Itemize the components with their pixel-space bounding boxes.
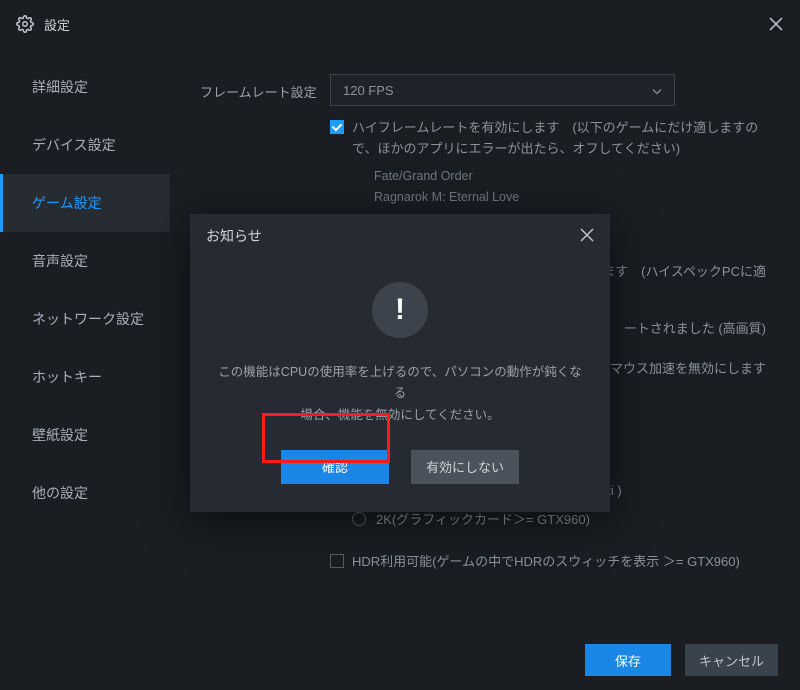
sidebar-item-hotkey[interactable]: ホットキー: [0, 348, 170, 406]
modal: お知らせ ! この機能はCPUの使用率を上げるので、パソコンの動作が鈍くなる 場…: [190, 214, 610, 512]
sidebar-item-label: 音声設定: [32, 251, 88, 271]
sidebar: 詳細設定 デバイス設定 ゲーム設定 音声設定 ネットワーク設定 ホットキー 壁紙…: [0, 48, 170, 630]
high-fps-checkbox[interactable]: [330, 120, 344, 134]
sidebar-item-label: 壁紙設定: [32, 425, 88, 445]
sidebar-item-label: ゲーム設定: [32, 193, 102, 213]
high-fps-checkbox-row[interactable]: ハイフレームレートを有効にします (以下のゲームにだけ適しますので、ほかのアプリ…: [330, 118, 770, 160]
exclamation-icon: !: [372, 282, 428, 338]
resolution-radio-2k[interactable]: 2K(グラフィックカード＞= GTX960): [330, 509, 770, 528]
modal-body: ! この機能はCPUの使用率を上げるので、パソコンの動作が鈍くなる 場合、機能を…: [190, 258, 610, 512]
sidebar-item-other[interactable]: 他の設定: [0, 464, 170, 522]
sidebar-item-game[interactable]: ゲーム設定: [0, 174, 170, 232]
modal-dismiss-button[interactable]: 有効にしない: [411, 450, 519, 484]
close-icon[interactable]: [768, 16, 784, 32]
window-title: 設定: [44, 15, 70, 34]
sidebar-item-wallpaper[interactable]: 壁紙設定: [0, 406, 170, 464]
sidebar-item-label: 他の設定: [32, 483, 88, 503]
modal-header: お知らせ: [190, 214, 610, 258]
sidebar-item-label: ネットワーク設定: [32, 309, 144, 329]
modal-text-line: 場合、機能を無効にしてください。: [300, 408, 499, 422]
hdr-label: HDR利用可能(ゲームの中でHDRのスウィッチを表示 ＞= GTX960): [352, 552, 740, 573]
save-button-label: 保存: [615, 651, 641, 670]
radio-circle: [352, 512, 366, 526]
sidebar-item-network[interactable]: ネットワーク設定: [0, 290, 170, 348]
cancel-button[interactable]: キャンセル: [685, 644, 778, 676]
fps-dropdown-value: 120 FPS: [343, 83, 394, 98]
modal-confirm-label: 確認: [322, 457, 348, 476]
modal-text: この機能はCPUの使用率を上げるので、パソコンの動作が鈍くなる 場合、機能を無効…: [214, 362, 586, 426]
save-button[interactable]: 保存: [585, 644, 671, 676]
titlebar: 設定: [0, 0, 800, 48]
modal-dismiss-label: 有効にしない: [426, 457, 504, 476]
modal-title: お知らせ: [206, 226, 262, 246]
sidebar-item-label: 詳細設定: [32, 77, 88, 97]
sidebar-item-label: ホットキー: [32, 367, 102, 387]
sidebar-item-device[interactable]: デバイス設定: [0, 116, 170, 174]
modal-text-line: この機能はCPUの使用率を上げるので、パソコンの動作が鈍くなる: [218, 365, 581, 400]
sidebar-item-label: デバイス設定: [32, 135, 116, 155]
game-list-item: Fate/Grand Order: [330, 166, 770, 187]
radio-label: 2K(グラフィックカード＞= GTX960): [376, 509, 590, 528]
high-fps-label: ハイフレームレートを有効にします (以下のゲームにだけ適しますので、ほかのアプリ…: [352, 118, 770, 160]
game-list-item: Ragnarok M: Eternal Love: [330, 187, 770, 208]
hdr-checkbox-row[interactable]: HDR利用可能(ゲームの中でHDRのスウィッチを表示 ＞= GTX960): [330, 552, 770, 573]
footer: 保存 キャンセル: [0, 630, 800, 690]
sidebar-item-audio[interactable]: 音声設定: [0, 232, 170, 290]
modal-confirm-button[interactable]: 確認: [281, 450, 389, 484]
sidebar-item-advanced[interactable]: 詳細設定: [0, 58, 170, 116]
hdr-checkbox[interactable]: [330, 554, 344, 568]
fps-dropdown[interactable]: 120 FPS: [330, 74, 675, 106]
gear-icon: [16, 15, 34, 33]
modal-close-icon[interactable]: [580, 228, 594, 245]
chevron-down-icon: [652, 83, 662, 98]
cancel-button-label: キャンセル: [699, 651, 764, 670]
